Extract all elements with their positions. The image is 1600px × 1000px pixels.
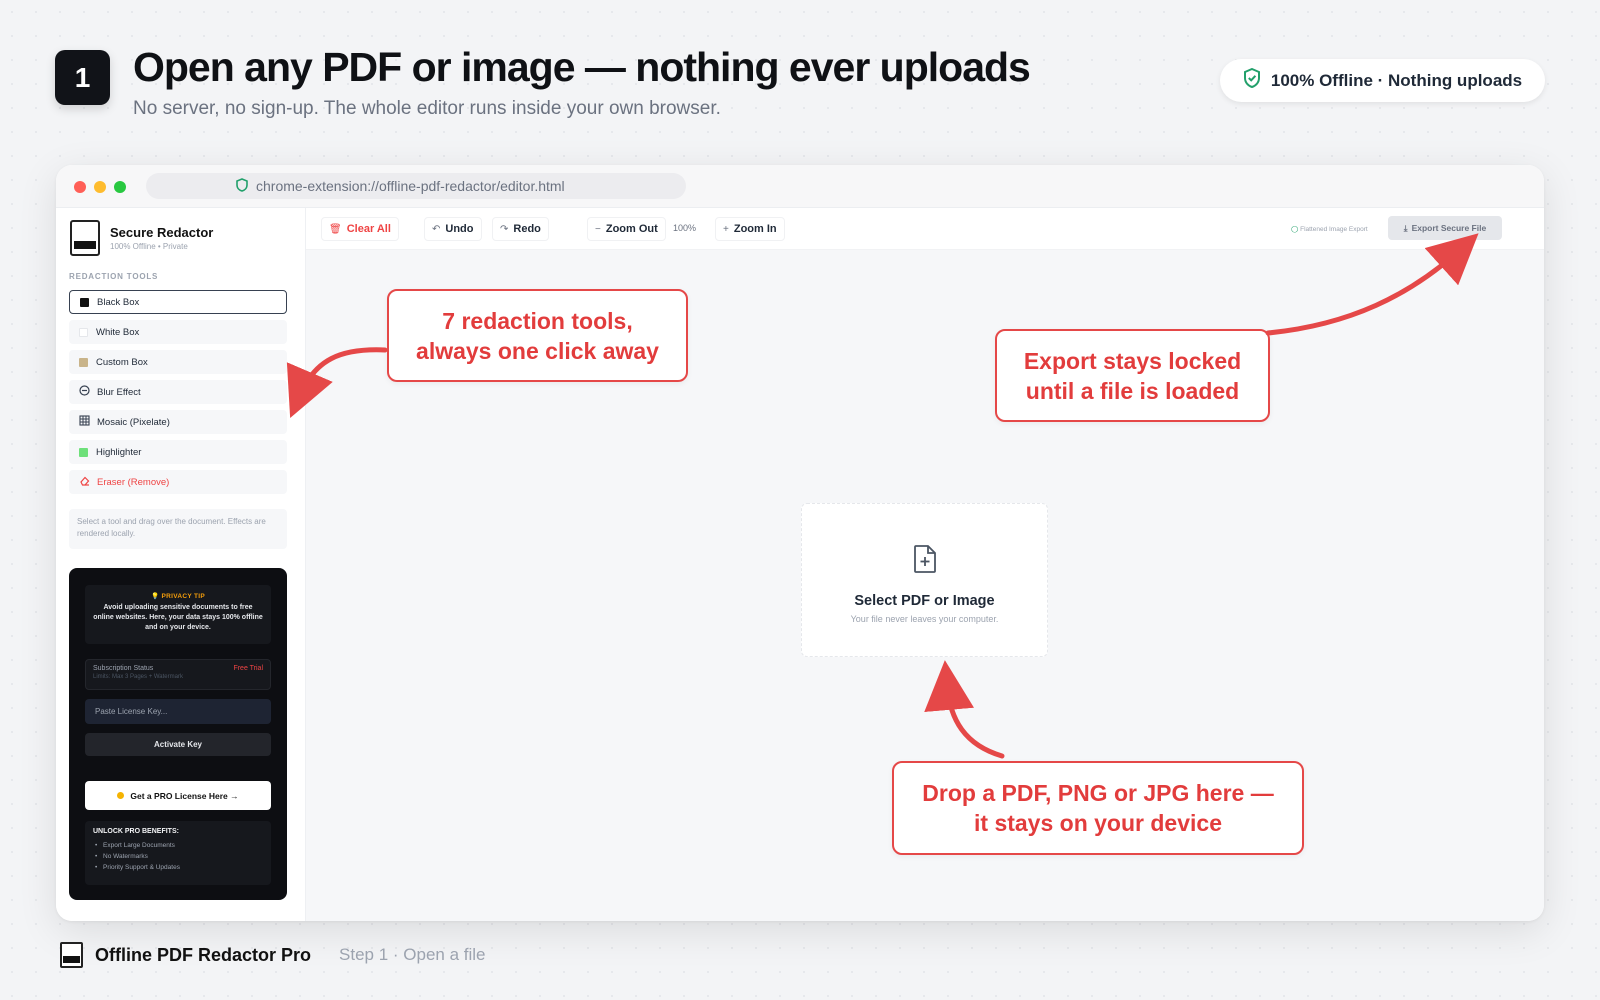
file-plus-icon <box>802 544 1047 579</box>
drop-zone-title: Select PDF or Image <box>854 593 995 609</box>
eraser-icon <box>79 475 90 489</box>
browser-chrome: chrome-extension://offline-pdf-redactor/… <box>56 165 1544 208</box>
white-swatch-icon <box>79 327 88 337</box>
shield-check-icon <box>1243 67 1261 93</box>
tool-label: Mosaic (Pixelate) <box>97 416 170 428</box>
tool-label: Custom Box <box>96 356 148 368</box>
zoom-out-button[interactable]: − Zoom Out <box>587 217 666 241</box>
undo-icon: ↶ <box>432 223 441 235</box>
subscription-value: Free Trial <box>233 665 263 672</box>
custom-swatch-icon <box>79 357 88 367</box>
redactor-logo-icon <box>70 220 100 256</box>
lightbulb-icon: 💡 <box>150 593 160 600</box>
license-key-input[interactable] <box>85 699 271 724</box>
editor-toolbar: 🗑 Clear All ↶ Undo ↷ Redo − Zoom Out 100… <box>306 208 1544 250</box>
drop-zone-subtitle: Your file never leaves your computer. <box>850 614 999 624</box>
tool-custom-box[interactable]: Custom Box <box>69 350 287 374</box>
trash-icon: 🗑 <box>329 223 342 235</box>
tool-label: Highlighter <box>96 446 142 458</box>
footer-app-name: Offline PDF Redactor Pro <box>95 944 312 965</box>
browser-window: chrome-extension://offline-pdf-redactor/… <box>56 165 1544 921</box>
brand: Secure Redactor 100% Offline • Private <box>70 220 213 256</box>
zoom-in-button[interactable]: + Zoom In <box>715 217 785 241</box>
privacy-tip-title: PRIVACY TIP <box>161 593 206 600</box>
minimize-window-button[interactable] <box>94 181 106 193</box>
close-window-button[interactable] <box>74 181 86 193</box>
tool-black-box[interactable]: Black Box <box>69 290 287 314</box>
privacy-tip: 💡 PRIVACY TIP Avoid uploading sensitive … <box>85 585 271 644</box>
license-panel: 💡 PRIVACY TIP Avoid uploading sensitive … <box>69 568 287 900</box>
subscription-status: Subscription Status Free Trial Limits: M… <box>85 659 271 690</box>
page-title: Open any PDF or image — nothing ever upl… <box>133 44 1031 90</box>
tool-label: Eraser (Remove) <box>97 476 170 488</box>
redactor-logo-icon <box>60 942 83 968</box>
tool-label: Black Box <box>97 296 140 308</box>
get-pro-license-button[interactable]: Get a PRO License Here → <box>85 781 271 810</box>
url-text: chrome-extension://offline-pdf-redactor/… <box>256 178 565 194</box>
callout-export: Export stays locked until a file is load… <box>995 329 1270 422</box>
sidebar: Secure Redactor 100% Offline • Private R… <box>56 208 306 921</box>
download-icon: ⤓ <box>1403 222 1408 233</box>
benefits-title: UNLOCK PRO BENEFITS: <box>93 828 179 835</box>
footer-step-label: Step 1 · Open a file <box>339 945 486 964</box>
activate-key-button[interactable]: Activate Key <box>85 733 271 756</box>
tool-mosaic[interactable]: Mosaic (Pixelate) <box>69 410 287 434</box>
step-badge: 1 <box>55 50 110 105</box>
tool-blur-effect[interactable]: Blur Effect <box>69 380 287 404</box>
callout-drop: Drop a PDF, PNG or JPG here — it stays o… <box>892 761 1304 855</box>
tool-white-box[interactable]: White Box <box>69 320 287 344</box>
secure-shield-icon <box>236 177 248 195</box>
shield-icon: ◯ <box>1291 226 1299 233</box>
address-bar[interactable]: chrome-extension://offline-pdf-redactor/… <box>146 173 686 199</box>
page-subtitle: No server, no sign-up. The whole editor … <box>133 98 721 119</box>
maximize-window-button[interactable] <box>114 181 126 193</box>
tool-list: Black Box White Box Custom Box Blur Effe… <box>69 290 287 500</box>
offline-badge-label: 100% Offline · Nothing uploads <box>1270 70 1523 90</box>
list-item: Export Large Documents <box>93 840 263 851</box>
callout-tools: 7 redaction tools, always one click away <box>387 289 688 382</box>
pro-benefits: UNLOCK PRO BENEFITS: Export Large Docume… <box>85 821 271 885</box>
pro-button-label: Get a PRO License Here → <box>130 790 239 801</box>
grid-icon <box>79 415 90 429</box>
tool-eraser[interactable]: Eraser (Remove) <box>69 470 287 494</box>
highlight-swatch-icon <box>79 447 88 457</box>
footer: Offline PDF Redactor Pro Step 1 · Open a… <box>60 942 486 968</box>
undo-button[interactable]: ↶ Undo <box>424 217 482 241</box>
tool-label: Blur Effect <box>97 386 141 398</box>
minus-icon: − <box>595 223 601 235</box>
brand-name: Secure Redactor <box>110 225 214 240</box>
blur-icon <box>79 385 90 399</box>
privacy-tip-text: Avoid uploading sensitive documents to f… <box>93 604 263 631</box>
offline-badge: 100% Offline · Nothing uploads <box>1220 59 1545 102</box>
file-drop-zone[interactable]: Select PDF or Image Your file never leav… <box>801 503 1048 657</box>
list-item: No Watermarks <box>93 851 263 862</box>
tool-highlighter[interactable]: Highlighter <box>69 440 287 464</box>
subscription-limits: Limits: Max 3 Pages + Watermark <box>93 674 183 680</box>
subscription-label: Subscription Status <box>93 665 154 672</box>
redo-icon: ↷ <box>500 223 509 235</box>
brand-subtitle: 100% Offline • Private <box>110 242 188 251</box>
list-item: Priority Support & Updates <box>93 862 263 873</box>
section-label-tools: REDACTION TOOLS <box>69 272 159 281</box>
flattened-export-label: ◯ Flattened Image Export <box>1291 226 1368 233</box>
tool-hint: Select a tool and drag over the document… <box>69 509 287 549</box>
plus-icon: + <box>723 223 729 235</box>
zoom-level: 100% <box>673 223 697 233</box>
black-swatch-icon <box>80 297 89 307</box>
redo-button[interactable]: ↷ Redo <box>492 217 549 241</box>
clear-all-button[interactable]: 🗑 Clear All <box>321 217 399 241</box>
star-icon <box>117 792 125 799</box>
export-secure-file-button[interactable]: ⤓ Export Secure File <box>1388 216 1502 240</box>
tool-label: White Box <box>96 326 140 338</box>
